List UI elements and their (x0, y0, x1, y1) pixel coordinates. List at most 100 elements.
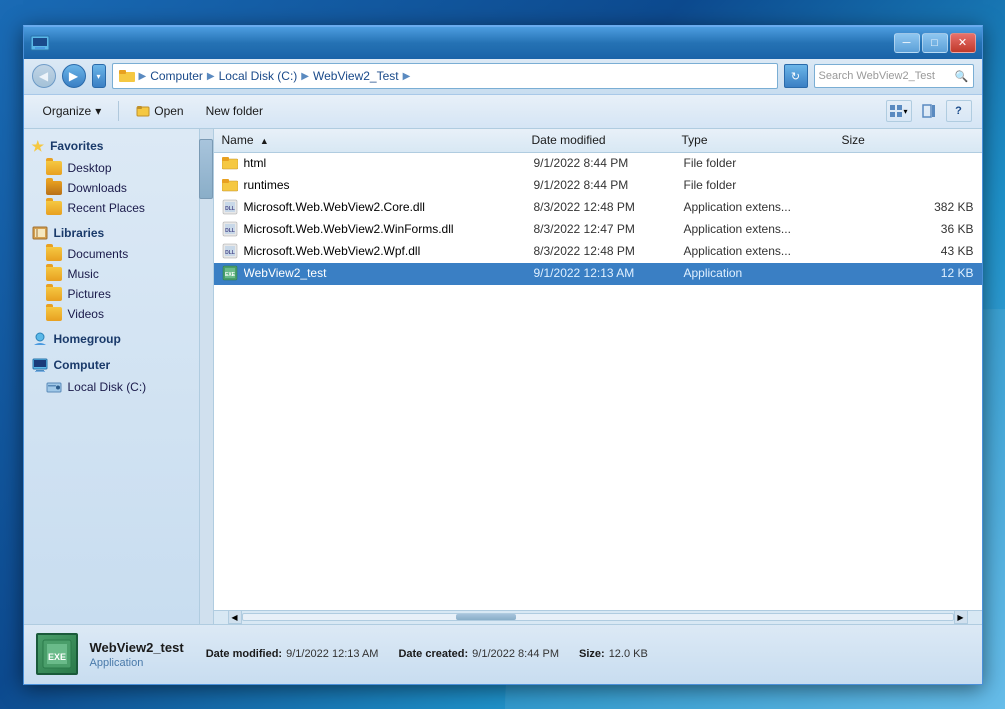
scroll-right-button[interactable]: ▶ (954, 610, 968, 624)
breadcrumb-sep-4: ▶ (403, 71, 411, 82)
column-size[interactable]: Size (842, 133, 974, 147)
sidebar-scrollbar[interactable] (199, 129, 213, 624)
table-row[interactable]: runtimes 9/1/2022 8:44 PM File folder (214, 175, 982, 197)
scroll-thumb[interactable] (456, 614, 516, 620)
file-name: runtimes (244, 178, 534, 192)
file-date: 9/1/2022 8:44 PM (534, 178, 684, 192)
file-date: 8/3/2022 12:48 PM (534, 244, 684, 258)
svg-text:EXE: EXE (224, 272, 235, 278)
horizontal-scrollbar: ◀ ▶ (214, 610, 982, 624)
nav-dropdown-button[interactable]: ▾ (92, 64, 106, 88)
column-name-label: Name (222, 133, 254, 147)
new-folder-button[interactable]: New folder (197, 99, 272, 123)
breadcrumb-local-disk[interactable]: Local Disk (C:) (219, 69, 298, 83)
preview-pane-button[interactable] (916, 100, 942, 122)
toolbar: Organize ▾ Open New folder ▾ (24, 95, 982, 129)
sidebar-recent-places-label: Recent Places (68, 201, 145, 215)
desktop-folder-icon (46, 161, 62, 175)
column-name[interactable]: Name ▲ (222, 133, 532, 147)
column-date-label: Date modified (532, 133, 606, 147)
downloads-folder-icon (46, 181, 62, 195)
breadcrumb-computer[interactable]: Computer (150, 69, 203, 83)
column-size-label: Size (842, 133, 865, 147)
column-type[interactable]: Type (682, 133, 842, 147)
table-row[interactable]: EXE WebView2_test 9/1/2022 12:13 AM Appl… (214, 263, 982, 285)
sidebar-item-pictures[interactable]: Pictures (24, 284, 213, 304)
dll-icon: DLL (222, 199, 238, 215)
sidebar-scroll-thumb[interactable] (199, 139, 213, 199)
minimize-button[interactable]: ─ (894, 33, 920, 53)
status-bar: EXE WebView2_test Application Date modif… (24, 624, 982, 684)
svg-text:EXE: EXE (47, 652, 65, 662)
homegroup-header[interactable]: Homegroup (24, 328, 213, 350)
file-name: WebView2_test (244, 266, 534, 280)
svg-text:DLL: DLL (225, 228, 235, 234)
open-icon (136, 104, 150, 118)
file-size: 12 KB (844, 266, 974, 280)
help-button[interactable]: ? (946, 100, 972, 122)
file-type: Application (684, 266, 844, 280)
back-button[interactable]: ◀ (32, 64, 56, 88)
table-row[interactable]: DLL Microsoft.Web.WebView2.Core.dll 8/3/… (214, 197, 982, 219)
folder-icon (222, 155, 238, 171)
view-dropdown-icon: ▾ (903, 107, 907, 116)
column-type-label: Type (682, 133, 708, 147)
view-button[interactable]: ▾ (886, 100, 912, 122)
main-content: ★ Favorites Desktop Downloads Recent Pla… (24, 129, 982, 624)
table-row[interactable]: DLL Microsoft.Web.WebView2.WinForms.dll … (214, 219, 982, 241)
sidebar-item-videos[interactable]: Videos (24, 304, 213, 324)
favorites-header[interactable]: ★ Favorites (24, 135, 213, 158)
status-filetype: Application (90, 657, 184, 669)
refresh-icon: ↻ (791, 70, 800, 83)
sidebar-item-documents[interactable]: Documents (24, 244, 213, 264)
sidebar-item-recent-places[interactable]: Recent Places (24, 198, 213, 218)
table-row[interactable]: DLL Microsoft.Web.WebView2.Wpf.dll 8/3/2… (214, 241, 982, 263)
window-controls: ─ □ ✕ (894, 33, 976, 53)
column-date[interactable]: Date modified (532, 133, 682, 147)
computer-header[interactable]: Computer (24, 354, 213, 376)
sidebar-item-music[interactable]: Music (24, 264, 213, 284)
sidebar-item-local-disk[interactable]: Local Disk (C:) (24, 376, 213, 398)
folder-icon (222, 177, 238, 193)
sidebar-videos-label: Videos (68, 307, 104, 321)
svg-text:DLL: DLL (225, 206, 235, 212)
dll-icon: DLL (222, 221, 238, 237)
sidebar-documents-label: Documents (68, 247, 129, 261)
file-size: 36 KB (844, 222, 974, 236)
favorites-section: ★ Favorites Desktop Downloads Recent Pla… (24, 135, 213, 218)
status-filename: WebView2_test (90, 640, 184, 655)
file-type: Application extens... (684, 222, 844, 236)
refresh-button[interactable]: ↻ (784, 64, 808, 88)
date-created-label: Date created: (398, 648, 468, 660)
search-box[interactable]: Search WebView2_Test 🔍 (814, 64, 974, 88)
sidebar: ★ Favorites Desktop Downloads Recent Pla… (24, 129, 214, 624)
table-row[interactable]: html 9/1/2022 8:44 PM File folder (214, 153, 982, 175)
close-button[interactable]: ✕ (950, 33, 976, 53)
libraries-header[interactable]: Libraries (24, 222, 213, 244)
file-size: 382 KB (844, 200, 974, 214)
toolbar-right: ▾ ? (886, 100, 972, 122)
sidebar-item-desktop[interactable]: Desktop (24, 158, 213, 178)
file-size: 43 KB (844, 244, 974, 258)
organize-button[interactable]: Organize ▾ (34, 99, 111, 123)
scroll-left-button[interactable]: ◀ (228, 610, 242, 624)
preview-icon (922, 104, 936, 118)
open-button[interactable]: Open (127, 99, 192, 123)
back-icon: ◀ (39, 69, 48, 83)
maximize-button[interactable]: □ (922, 33, 948, 53)
computer-icon (32, 357, 48, 373)
videos-folder-icon (46, 307, 62, 321)
favorites-label: Favorites (50, 139, 103, 153)
sidebar-item-downloads[interactable]: Downloads (24, 178, 213, 198)
forward-button[interactable]: ▶ (62, 64, 86, 88)
breadcrumb-webview2-test[interactable]: WebView2_Test (313, 69, 399, 83)
organize-label: Organize (43, 104, 92, 118)
status-date-created: Date created: 9/1/2022 8:44 PM (398, 648, 559, 660)
favorites-star-icon: ★ (32, 138, 45, 155)
file-list-container: Name ▲ Date modified Type Size (214, 129, 982, 624)
views-icon (889, 104, 903, 118)
scroll-track[interactable] (242, 613, 954, 621)
breadcrumb-sep-1: ▶ (139, 71, 147, 82)
sidebar-downloads-label: Downloads (68, 181, 127, 195)
sort-arrow-icon: ▲ (260, 136, 269, 146)
